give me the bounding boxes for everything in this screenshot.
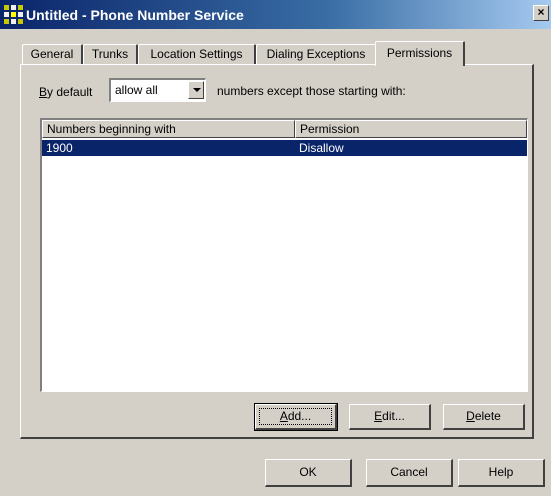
delete-label: elete — [474, 409, 501, 423]
ok-button[interactable]: OK — [265, 459, 352, 487]
default-permission-select[interactable]: allow all — [109, 78, 206, 102]
add-mnemonic: A — [279, 409, 288, 423]
list-item[interactable]: 1900 Disallow — [42, 140, 527, 156]
cell-number: 1900 — [46, 141, 73, 155]
default-permission-value: allow all — [115, 83, 158, 97]
help-button[interactable]: Help — [458, 459, 545, 487]
close-button[interactable]: × — [533, 5, 549, 21]
cancel-button[interactable]: Cancel — [366, 459, 453, 487]
tab-permissions[interactable]: Permissions — [375, 41, 465, 66]
dialog-window: Untitled - Phone Number Service × Genera… — [0, 0, 551, 496]
list-header: Numbers beginning with Permission — [42, 120, 527, 138]
edit-mnemonic: E — [374, 409, 383, 423]
column-header-permission[interactable]: Permission — [295, 120, 527, 138]
window-title: Untitled - Phone Number Service — [26, 6, 244, 23]
edit-button[interactable]: Edit... — [349, 404, 431, 430]
chevron-down-icon[interactable] — [188, 81, 204, 99]
tab-trunks[interactable]: Trunks — [83, 44, 138, 65]
by-default-label: By default — [39, 81, 92, 103]
tab-dialing-exceptions[interactable]: Dialing Exceptions — [256, 44, 377, 65]
permissions-list[interactable]: Numbers beginning with Permission 1900 D… — [40, 118, 528, 392]
add-label: dd... — [287, 409, 312, 423]
cell-permission: Disallow — [299, 141, 344, 155]
column-header-numbers[interactable]: Numbers beginning with — [42, 120, 295, 138]
edit-label: dit... — [382, 409, 405, 423]
phone-service-icon — [4, 4, 24, 25]
by-default-mnemonic: B — [39, 85, 48, 99]
title-bar[interactable]: Untitled - Phone Number Service × — [0, 0, 551, 29]
delete-mnemonic: D — [466, 409, 475, 423]
by-default-text: y default — [47, 85, 93, 99]
add-button[interactable]: Add... — [254, 403, 338, 431]
except-numbers-label: numbers except those starting with: — [217, 84, 406, 98]
tab-location-settings[interactable]: Location Settings — [138, 44, 256, 65]
tab-general[interactable]: General — [22, 44, 83, 65]
delete-button[interactable]: Delete — [443, 404, 525, 430]
